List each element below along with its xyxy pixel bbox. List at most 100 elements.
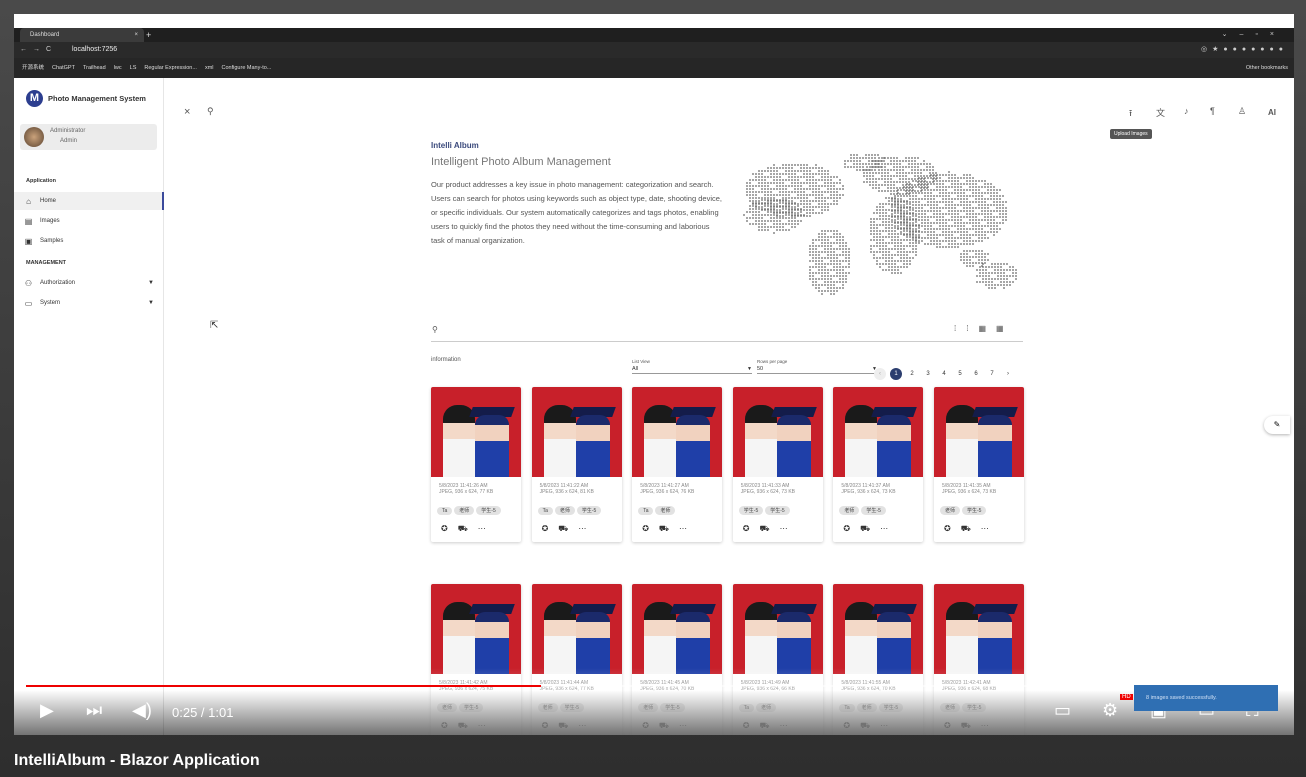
photo-card[interactable]: 5/8/2023 11:41:22 AM JPEG, 936 x 624, 81… (531, 387, 622, 542)
photo-thumbnail[interactable] (934, 584, 1024, 674)
page-button[interactable]: 1 (890, 368, 902, 380)
photo-thumbnail[interactable] (531, 387, 622, 477)
aperture-icon[interactable]: ✪ (441, 524, 458, 533)
aperture-icon[interactable]: ✪ (843, 524, 860, 533)
page-button[interactable]: 6 (970, 368, 982, 380)
next-icon[interactable]: ⏭ (86, 700, 102, 721)
sidebar-item-authorization[interactable]: ⚇ Authorization ▼ (14, 274, 164, 292)
bookmark-item[interactable]: ChatGPT (52, 58, 75, 78)
cart-icon[interactable]: ⛟ (659, 524, 679, 533)
ai-button[interactable]: AI (1268, 108, 1276, 117)
tag-chip[interactable]: 学生-5 (738, 506, 764, 515)
sidebar-item-system[interactable]: ▭ System ▼ (14, 294, 164, 312)
tag-chip[interactable]: 老师 (839, 506, 860, 515)
prev-page-icon[interactable]: ‹ (874, 368, 886, 380)
tag-chip[interactable]: 老师 (940, 506, 961, 515)
sidebar-item-samples[interactable]: ▣ Samples (14, 232, 164, 250)
photo-card[interactable]: 5/8/2023 11:41:37 AM JPEG, 936 x 624, 73… (833, 387, 924, 542)
more-icon[interactable]: ⋯ (478, 524, 496, 533)
search-icon[interactable]: ⚲ (207, 106, 214, 117)
cart-icon[interactable]: ⛟ (860, 524, 880, 533)
page-button[interactable]: 3 (922, 368, 934, 380)
list-view-select[interactable]: List View All ▼ (632, 359, 752, 374)
photo-thumbnail[interactable] (934, 387, 1024, 477)
more-icon[interactable]: ⋯ (578, 524, 596, 533)
paragraph-icon[interactable]: ¶ (1210, 106, 1215, 116)
play-icon[interactable]: ▶ (40, 700, 54, 721)
bookmark-item[interactable]: Configure Many-to... (222, 58, 272, 78)
bookmark-item[interactable]: xml (205, 58, 214, 78)
volume-icon[interactable]: ◀) (132, 700, 152, 721)
photo-thumbnail[interactable] (632, 387, 723, 477)
tag-chip[interactable]: 老师 (655, 506, 676, 515)
tag-chip[interactable]: 老师 (554, 506, 575, 515)
photo-thumbnail[interactable] (732, 584, 823, 674)
nav-buttons-icon[interactable]: ←→C (20, 42, 57, 58)
photo-card[interactable]: 5/8/2023 11:41:27 AM JPEG, 936 x 624, 76… (632, 387, 723, 542)
edit-pencil-icon[interactable]: ✎ (1264, 416, 1290, 434)
user-card[interactable]: Administrator Admin (20, 124, 157, 150)
tag-chip[interactable]: 学生-5 (861, 506, 886, 515)
photo-card[interactable]: 5/8/2023 11:41:35 AM JPEG, 936 x 624, 73… (934, 387, 1024, 542)
window-controls[interactable]: ⌄–▫× (1222, 28, 1286, 42)
page-button[interactable]: 5 (954, 368, 966, 380)
brand[interactable]: M Photo Management System (26, 88, 146, 108)
more-icon[interactable]: ⋯ (780, 524, 798, 533)
close-drawer-icon[interactable]: × (184, 106, 190, 118)
search-input[interactable] (445, 322, 945, 338)
photo-card[interactable]: 5/8/2023 11:41:33 AM JPEG, 936 x 624, 73… (732, 387, 823, 542)
user-icon[interactable]: ♙ (1238, 106, 1246, 117)
aperture-icon[interactable]: ✪ (743, 524, 760, 533)
photo-thumbnail[interactable] (833, 584, 924, 674)
bookmark-item[interactable]: Trailhead (83, 58, 106, 78)
page-button[interactable]: 2 (906, 368, 918, 380)
photo-thumbnail[interactable] (833, 387, 924, 477)
bookmark-item[interactable]: Other bookmarks (1246, 58, 1288, 78)
more-icon[interactable]: ⋯ (880, 524, 898, 533)
page-button[interactable]: 4 (938, 368, 950, 380)
photo-thumbnail[interactable] (531, 584, 622, 674)
cart-icon[interactable]: ⛟ (760, 524, 780, 533)
view-mode-buttons[interactable]: ⁞⁞▦▦ (954, 324, 1014, 333)
tag-chip[interactable]: 学生-5 (962, 506, 987, 515)
aperture-icon[interactable]: ✪ (642, 524, 659, 533)
aperture-icon[interactable]: ✪ (542, 524, 559, 533)
cart-icon[interactable]: ⛟ (961, 524, 981, 533)
photo-thumbnail[interactable] (732, 387, 823, 477)
new-tab-icon[interactable]: + (146, 28, 151, 42)
browser-tab[interactable]: Dashboard × (20, 28, 144, 42)
more-icon[interactable]: ⋯ (981, 524, 999, 533)
sidebar-item-images[interactable]: ▤ Images (14, 212, 164, 230)
bell-icon[interactable]: ♪ (1184, 106, 1189, 116)
sidebar-item-home[interactable]: ⌂ Home (14, 192, 164, 210)
extensions-icons[interactable]: ◎★●●●●●●● (1201, 42, 1288, 58)
page-button[interactable]: 7 (986, 368, 998, 380)
bookmark-item[interactable]: Regular Expression... (144, 58, 197, 78)
more-icon[interactable]: ⋯ (679, 524, 697, 533)
close-tab-icon[interactable]: × (134, 28, 138, 42)
cart-icon[interactable]: ⛟ (458, 524, 478, 533)
bookmark-item[interactable]: LS (130, 58, 137, 78)
tag-chip[interactable]: 学生-5 (476, 506, 501, 515)
rows-per-page-select[interactable]: Rows per page 50 ▼ (757, 359, 877, 374)
subtitles-icon[interactable]: ▭ (1054, 700, 1071, 721)
tag-chip[interactable]: Ta (638, 507, 654, 515)
settings-icon[interactable]: ⚙ (1102, 700, 1118, 721)
photo-card[interactable]: 5/8/2023 11:41:26 AM JPEG, 936 x 624, 77… (431, 387, 521, 542)
photo-thumbnail[interactable] (632, 584, 723, 674)
bookmark-item[interactable]: 开源系统 (22, 58, 44, 78)
tag-chip[interactable]: 学生-5 (576, 506, 602, 515)
tag-chip[interactable]: Ta (537, 507, 553, 515)
photo-thumbnail[interactable] (431, 584, 521, 674)
tag-chip[interactable]: Ta (437, 507, 453, 515)
bookmark-item[interactable]: lwc (114, 58, 122, 78)
aperture-icon[interactable]: ✪ (944, 524, 961, 533)
video-player[interactable]: Dashboard × + ⌄–▫× ←→C localhost:7256 ◎★… (14, 14, 1294, 735)
tag-chip[interactable]: 老师 (454, 506, 475, 515)
tag-chip[interactable]: 学生-5 (765, 506, 790, 515)
cart-icon[interactable]: ⛟ (558, 524, 578, 533)
next-page-icon[interactable]: › (1002, 368, 1014, 380)
upload-icon[interactable]: ⭱ (1129, 106, 1132, 122)
translate-icon[interactable]: 文 (1156, 106, 1165, 119)
photo-thumbnail[interactable] (431, 387, 521, 477)
